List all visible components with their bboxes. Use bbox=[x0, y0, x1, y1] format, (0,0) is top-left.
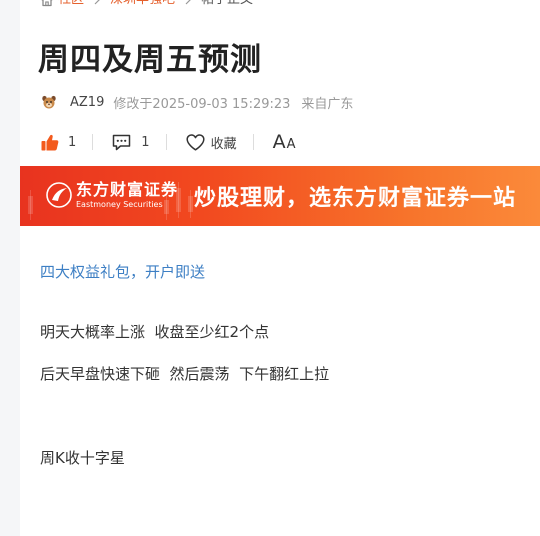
breadcrumb-item-community[interactable]: 社区 bbox=[58, 0, 84, 8]
font-size-button[interactable]: A A bbox=[273, 131, 296, 153]
post-title: 周四及周五预测 bbox=[38, 42, 262, 78]
comment-count: 1 bbox=[141, 134, 150, 150]
favorite-button[interactable]: 收藏 bbox=[186, 133, 237, 152]
favorite-label: 收藏 bbox=[210, 136, 237, 152]
banner-brand-en: Eastmoney Securities bbox=[76, 200, 163, 209]
comment-icon bbox=[113, 134, 131, 150]
eastmoney-logo: 东方财富证券 Eastmoney Securities bbox=[46, 180, 178, 210]
promo-link[interactable]: 四大权益礼包，开户即送 bbox=[40, 261, 205, 282]
left-background-strip bbox=[0, 0, 20, 536]
font-size-large-glyph: A bbox=[272, 131, 286, 153]
divider bbox=[252, 134, 254, 150]
post-actions: 1 1 收藏 A A bbox=[41, 131, 295, 153]
chevron-right-icon bbox=[185, 0, 191, 5]
ad-banner[interactable]: 东方财富证券 Eastmoney Securities 炒股理财，选东方财富证券… bbox=[20, 166, 540, 226]
eastmoney-logo-icon bbox=[46, 182, 72, 208]
post-paragraph: 后天早盘快速下砸 然后震荡 下午翻红上拉 bbox=[40, 365, 330, 383]
post-paragraph: 周K收十字星 bbox=[40, 449, 125, 467]
post-meta: AZ19 修改于2025-09-03 15:29:23 来自广东 bbox=[41, 92, 353, 112]
heart-icon bbox=[186, 133, 205, 151]
home-icon[interactable] bbox=[40, 0, 54, 7]
banner-slogan: 炒股理财，选东方财富证券一站 bbox=[194, 186, 517, 211]
divider bbox=[92, 134, 94, 150]
modified-time: 修改于2025-09-03 15:29:23 bbox=[113, 96, 291, 112]
breadcrumb: 社区 深圳华强吧 帖子正文 bbox=[40, 0, 253, 8]
font-size-small-glyph: A bbox=[286, 137, 296, 152]
like-button[interactable]: 1 bbox=[41, 134, 76, 151]
comment-button[interactable]: 1 bbox=[112, 134, 150, 151]
thumbs-up-icon bbox=[41, 134, 59, 150]
breadcrumb-item-forum[interactable]: 深圳华强吧 bbox=[110, 0, 175, 8]
author-name[interactable]: AZ19 bbox=[70, 95, 104, 110]
avatar[interactable] bbox=[41, 94, 57, 110]
chevron-right-icon bbox=[94, 0, 100, 5]
post-paragraph: 明天大概率上涨 收盘至少红2个点 bbox=[40, 323, 270, 341]
like-count: 1 bbox=[68, 134, 77, 150]
banner-brand-cn: 东方财富证券 bbox=[76, 180, 179, 199]
divider bbox=[165, 134, 167, 150]
breadcrumb-item-current: 帖子正文 bbox=[201, 0, 253, 8]
post-location: 来自广东 bbox=[301, 96, 354, 112]
